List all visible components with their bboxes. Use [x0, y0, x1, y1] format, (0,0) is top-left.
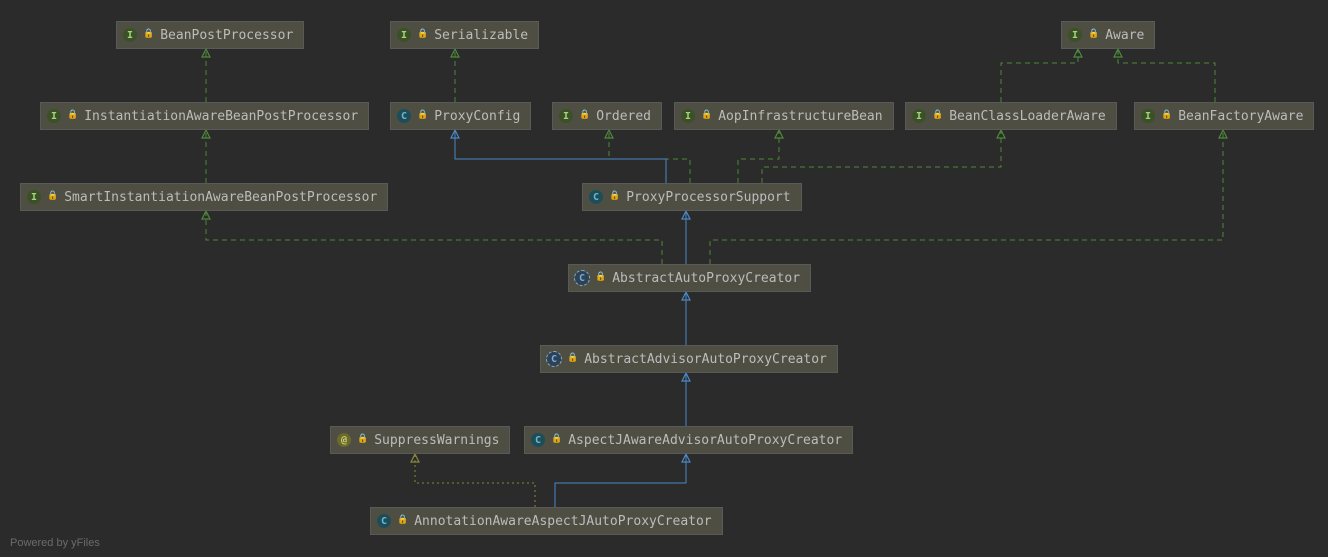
footer-credit: Powered by yFiles: [10, 537, 100, 549]
lock-icon: 🔒: [47, 191, 58, 201]
node-instantiation-aware-bpp[interactable]: I 🔒 InstantiationAwareBeanPostProcessor: [40, 102, 369, 130]
node-label: Ordered: [596, 109, 651, 124]
node-label: InstantiationAwareBeanPostProcessor: [84, 109, 358, 124]
interface-icon: I: [559, 109, 573, 123]
lock-icon: 🔒: [143, 29, 154, 39]
node-suppress-warnings[interactable]: @ 🔒 SuppressWarnings: [330, 426, 510, 454]
lock-icon: 🔒: [417, 110, 428, 120]
node-label: SmartInstantiationAwareBeanPostProcessor: [64, 190, 377, 205]
node-label: AspectJAwareAdvisorAutoProxyCreator: [568, 433, 842, 448]
lock-icon: 🔒: [595, 272, 606, 282]
node-bean-post-processor[interactable]: I 🔒 BeanPostProcessor: [116, 21, 304, 49]
lock-icon: 🔒: [701, 110, 712, 120]
interface-icon: I: [1068, 28, 1082, 42]
node-label: Serializable: [434, 28, 528, 43]
node-proxy-config[interactable]: C 🔒 ProxyConfig: [390, 102, 531, 130]
lock-icon: 🔒: [551, 434, 562, 444]
node-label: ProxyProcessorSupport: [626, 190, 790, 205]
node-label: Aware: [1105, 28, 1144, 43]
interface-icon: I: [397, 28, 411, 42]
node-label: BeanPostProcessor: [160, 28, 293, 43]
lock-icon: 🔒: [67, 110, 78, 120]
node-aop-infrastructure-bean[interactable]: I 🔒 AopInfrastructureBean: [674, 102, 894, 130]
node-bean-factory-aware[interactable]: I 🔒 BeanFactoryAware: [1134, 102, 1314, 130]
node-abstract-advisor-auto-proxy-creator[interactable]: C 🔒 AbstractAdvisorAutoProxyCreator: [540, 345, 838, 373]
node-abstract-auto-proxy-creator[interactable]: C 🔒 AbstractAutoProxyCreator: [568, 264, 811, 292]
abstract-class-icon: C: [575, 271, 589, 285]
node-label: ProxyConfig: [434, 109, 520, 124]
node-label: AbstractAdvisorAutoProxyCreator: [584, 352, 827, 367]
interface-icon: I: [27, 190, 41, 204]
node-aspectj-aware-advisor-apc[interactable]: C 🔒 AspectJAwareAdvisorAutoProxyCreator: [524, 426, 853, 454]
node-label: SuppressWarnings: [374, 433, 499, 448]
node-smart-inst-aware-bpp[interactable]: I 🔒 SmartInstantiationAwareBeanPostProcess…: [20, 183, 388, 211]
interface-icon: I: [47, 109, 61, 123]
node-label: AbstractAutoProxyCreator: [612, 271, 800, 286]
node-proxy-processor-support[interactable]: C 🔒 ProxyProcessorSupport: [582, 183, 802, 211]
node-annotation-aware-aspectj-apc[interactable]: C 🔒 AnnotationAwareAspectJAutoProxyCreator: [370, 507, 723, 535]
node-bean-classloader-aware[interactable]: I 🔒 BeanClassLoaderAware: [905, 102, 1117, 130]
lock-icon: 🔒: [397, 515, 408, 525]
node-aware[interactable]: I 🔒 Aware: [1061, 21, 1155, 49]
interface-icon: I: [123, 28, 137, 42]
lock-icon: 🔒: [1088, 29, 1099, 39]
class-icon: C: [531, 433, 545, 447]
lock-icon: 🔒: [579, 110, 590, 120]
node-label: AopInfrastructureBean: [718, 109, 882, 124]
lock-icon: 🔒: [417, 29, 428, 39]
interface-icon: I: [681, 109, 695, 123]
node-label: BeanFactoryAware: [1178, 109, 1303, 124]
interface-icon: I: [1141, 109, 1155, 123]
node-label: AnnotationAwareAspectJAutoProxyCreator: [414, 514, 711, 529]
lock-icon: 🔒: [609, 191, 620, 201]
annotation-icon: @: [337, 433, 351, 447]
abstract-class-icon: C: [547, 352, 561, 366]
lock-icon: 🔒: [357, 434, 368, 444]
class-icon: C: [377, 514, 391, 528]
lock-icon: 🔒: [932, 110, 943, 120]
lock-icon: 🔒: [567, 353, 578, 363]
interface-icon: I: [912, 109, 926, 123]
lock-icon: 🔒: [1161, 110, 1172, 120]
node-ordered[interactable]: I 🔒 Ordered: [552, 102, 662, 130]
class-icon: C: [589, 190, 603, 204]
class-icon: C: [397, 109, 411, 123]
node-serializable[interactable]: I 🔒 Serializable: [390, 21, 539, 49]
node-label: BeanClassLoaderAware: [949, 109, 1106, 124]
